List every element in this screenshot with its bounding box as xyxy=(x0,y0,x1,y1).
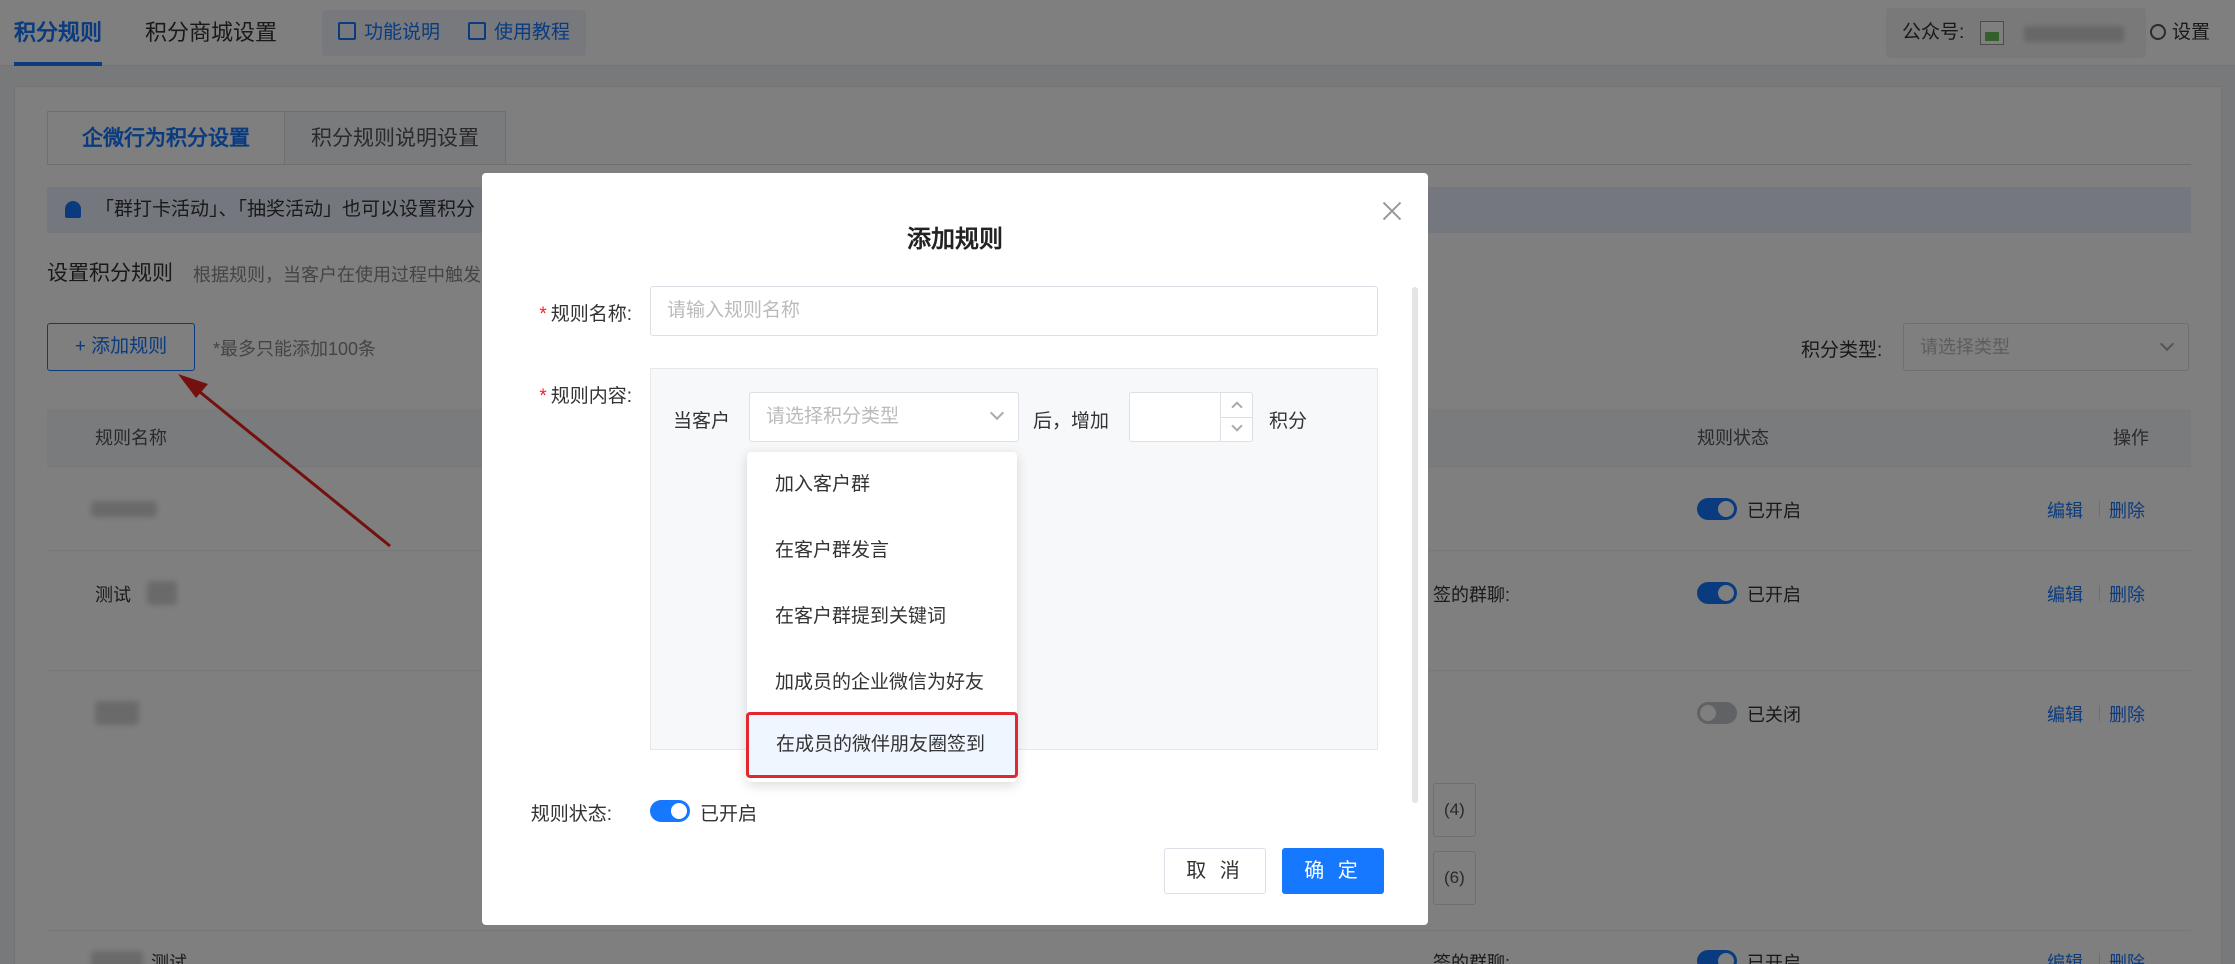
rule-name-label: * 规则名称: xyxy=(539,304,632,325)
increment-icon[interactable] xyxy=(1221,393,1253,417)
option-add-member-friend[interactable]: 加成员的企业微信为好友 xyxy=(747,650,1017,716)
rule-name-input[interactable]: 请输入规则名称 xyxy=(650,286,1378,336)
option-speak-in-group[interactable]: 在客户群发言 xyxy=(747,518,1017,584)
content-prefix: 当客户 xyxy=(673,411,731,432)
rule-content-label: * 规则内容: xyxy=(539,386,632,407)
points-amount-stepper[interactable] xyxy=(1129,392,1253,442)
rule-status-text: 已开启 xyxy=(700,804,758,825)
rule-status-toggle[interactable] xyxy=(650,800,690,822)
rule-status-label: 规则状态: xyxy=(530,804,612,825)
option-mention-keyword[interactable]: 在客户群提到关键词 xyxy=(747,584,1017,650)
confirm-button[interactable]: 确 定 xyxy=(1282,848,1384,894)
close-icon[interactable] xyxy=(1380,199,1404,223)
decrement-icon[interactable] xyxy=(1221,417,1253,441)
points-type-select[interactable]: 请选择积分类型 xyxy=(749,392,1019,442)
dialog-title: 添加规则 xyxy=(907,226,1003,253)
content-suffix: 积分 xyxy=(1269,411,1308,432)
points-type-dropdown: 加入客户群 在客户群发言 在客户群提到关键词 加成员的企业微信为好友 在成员的微… xyxy=(746,452,1018,782)
content-mid: 后，增加 xyxy=(1033,411,1110,432)
option-join-customer-group[interactable]: 加入客户群 xyxy=(747,452,1017,518)
chevron-down-icon xyxy=(989,405,1005,421)
cancel-button[interactable]: 取 消 xyxy=(1164,848,1266,894)
dialog-scrollbar[interactable] xyxy=(1412,287,1418,803)
option-moments-checkin[interactable]: 在成员的微伴朋友圈签到 xyxy=(746,712,1018,778)
